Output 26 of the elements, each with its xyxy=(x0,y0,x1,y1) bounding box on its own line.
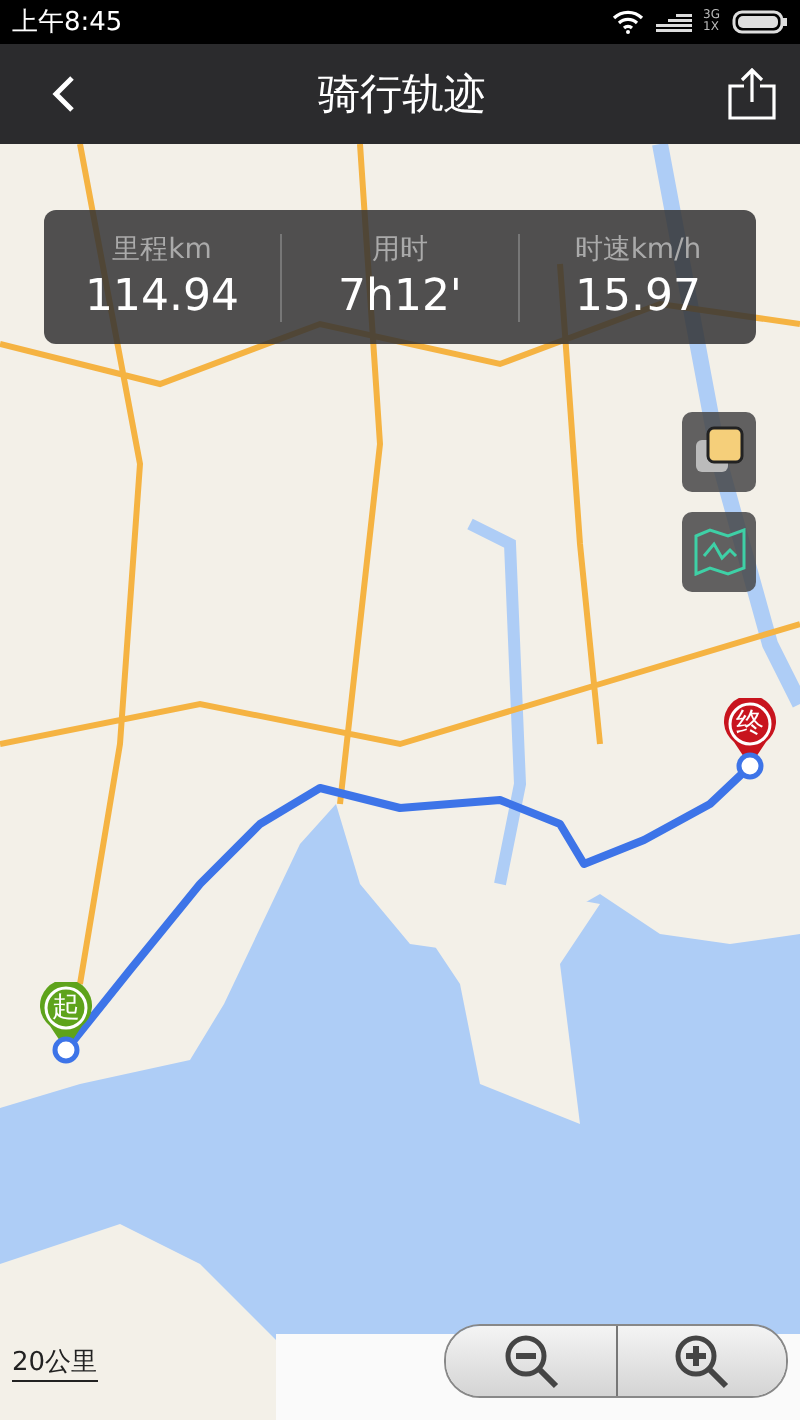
stat-value: 15.97 xyxy=(575,272,701,322)
back-icon xyxy=(52,74,76,114)
layers-button[interactable] xyxy=(682,412,756,492)
stat-label: 时速km/h xyxy=(574,232,702,268)
stat-label: 用时 xyxy=(372,232,428,268)
layers-icon xyxy=(693,426,745,478)
zoom-out-button[interactable] xyxy=(446,1326,616,1396)
route-endpoint-icon xyxy=(52,1036,80,1064)
zoom-in-icon xyxy=(674,1333,730,1389)
stat-value: 114.94 xyxy=(85,272,239,322)
map-scale: 20公里 xyxy=(12,1344,98,1382)
back-button[interactable] xyxy=(52,74,76,114)
folded-map-icon xyxy=(693,528,745,576)
share-button[interactable] xyxy=(728,68,776,120)
wifi-icon xyxy=(611,10,644,34)
map-mode-button[interactable] xyxy=(682,512,756,592)
route-endpoint-icon xyxy=(736,752,764,780)
stat-value: 7h12' xyxy=(338,272,462,322)
share-icon xyxy=(728,68,776,120)
status-time: 上午8:45 xyxy=(12,6,125,40)
stat-label: 里程km xyxy=(112,232,212,268)
signal-icon xyxy=(655,12,692,32)
page-title: 骑行轨迹 xyxy=(316,68,488,122)
zoom-in-button[interactable] xyxy=(616,1326,786,1396)
battery-icon xyxy=(732,10,788,34)
zoom-out-icon xyxy=(503,1333,559,1389)
